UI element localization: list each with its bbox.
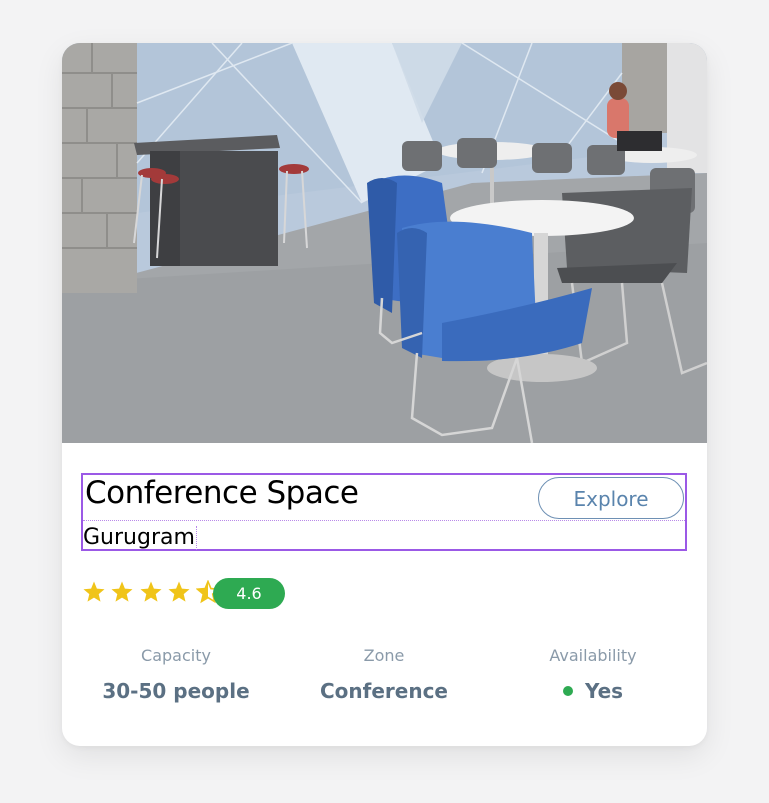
- stat-label: Availability: [549, 646, 637, 665]
- stat-value: 30-50 people: [102, 679, 250, 703]
- stat-capacity: Capacity 30-50 people: [71, 646, 281, 703]
- star-icon: [111, 581, 133, 602]
- stat-availability: Availability Yes: [488, 646, 698, 703]
- stat-value-row: Yes: [488, 679, 698, 703]
- rating-stars: [82, 580, 220, 606]
- rating-badge: 4.6: [213, 578, 285, 609]
- divider: [83, 520, 685, 521]
- star-icon: [140, 581, 162, 602]
- stat-zone: Zone Conference: [279, 646, 489, 703]
- stat-value: Yes: [584, 679, 624, 703]
- availability-dot-icon: [562, 685, 573, 696]
- space-card: Conference Space Explore Gurugram 4.6 Ca…: [62, 43, 707, 746]
- space-photo: [62, 43, 707, 443]
- title-block: Conference Space Explore Gurugram: [81, 473, 687, 551]
- star-icon: [168, 581, 190, 602]
- stat-label: Capacity: [141, 646, 211, 665]
- space-title: Conference Space: [85, 475, 359, 511]
- explore-button[interactable]: Explore: [538, 477, 684, 519]
- space-location: Gurugram: [83, 525, 197, 550]
- star-icon: [83, 581, 105, 602]
- stat-label: Zone: [363, 646, 405, 665]
- stat-value: Conference: [319, 679, 448, 703]
